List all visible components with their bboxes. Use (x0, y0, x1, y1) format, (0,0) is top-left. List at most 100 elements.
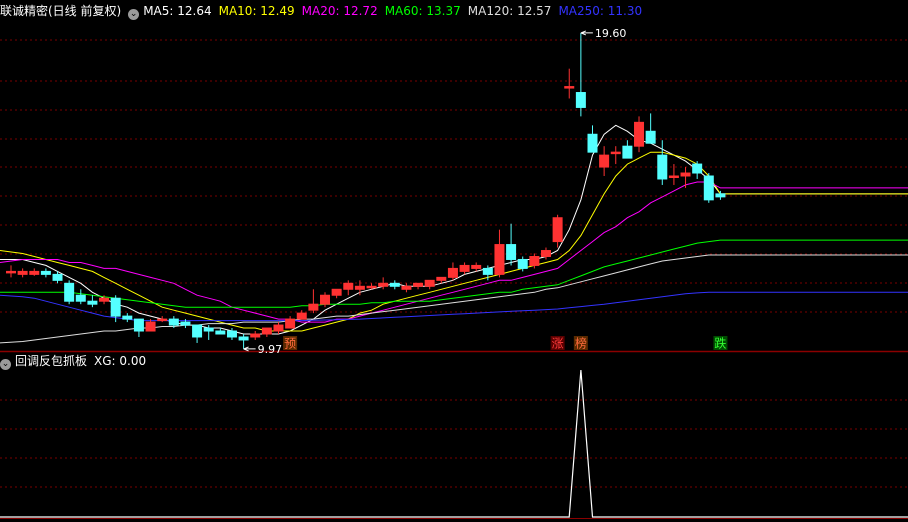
candle (6, 265, 16, 278)
ma-legend-item: MA60: 13.37 (384, 4, 461, 18)
candle (680, 167, 691, 188)
ma-legend-item: MA20: 12.72 (301, 4, 378, 18)
candle-body (668, 175, 679, 178)
low-price-label: 9.97 (258, 343, 283, 356)
candle-body (587, 133, 598, 153)
candle-body (447, 267, 458, 278)
candle-body (64, 282, 75, 302)
candle-body (273, 324, 284, 332)
candle (331, 288, 342, 299)
candle-body (366, 285, 377, 289)
candle-body (99, 297, 110, 302)
candle-body (389, 282, 400, 287)
candle-body (506, 244, 517, 260)
candle (17, 268, 28, 278)
signal-marker-text: 预 (284, 337, 296, 351)
candlesticks (6, 32, 726, 349)
candle (192, 324, 203, 343)
candle-body (401, 285, 412, 290)
candle-body (29, 270, 40, 275)
candle-body (645, 130, 656, 144)
candle-body (87, 300, 98, 305)
candle-body (52, 273, 63, 281)
candle-body (215, 330, 226, 335)
candle-body (192, 324, 203, 338)
candle-body (715, 193, 726, 198)
xg-indicator (0, 369, 908, 518)
candle (622, 140, 633, 159)
candle-body (424, 279, 435, 287)
candle-body (482, 267, 493, 275)
candle-body (413, 282, 424, 287)
candle (471, 262, 482, 272)
candle (564, 68, 575, 99)
moving-average-lines (0, 124, 908, 344)
candle (703, 173, 714, 203)
signal-marker-text: 涨 (552, 336, 564, 351)
candle (575, 32, 586, 117)
candle-body (703, 175, 714, 201)
candle-body (180, 321, 191, 326)
candle (296, 310, 307, 320)
candle (657, 140, 668, 185)
candle-body (552, 217, 563, 243)
candle (506, 223, 517, 266)
candle (64, 280, 75, 305)
signal-marker: 榜 (573, 336, 588, 351)
candle-body (610, 151, 621, 155)
candle (87, 295, 98, 308)
chevron-down-icon[interactable]: ⌄ (128, 9, 140, 20)
candle-body (599, 154, 610, 168)
candle (29, 268, 40, 276)
candle-body (680, 172, 691, 177)
ma-legend-item: MA10: 12.49 (218, 4, 295, 18)
candle (552, 214, 563, 248)
ma-legend-item: MA120: 12.57 (467, 4, 552, 18)
candle-body (261, 327, 272, 335)
candle-body (157, 318, 168, 322)
candle (599, 146, 610, 176)
candle (389, 280, 400, 290)
candle-body (250, 333, 261, 338)
candle (692, 161, 703, 179)
candle (645, 113, 656, 144)
candle (250, 331, 261, 340)
candle (494, 229, 505, 278)
candle (587, 125, 598, 153)
candle-body (378, 282, 389, 287)
candle-body (296, 312, 307, 320)
main-legend: 联诚精密(日线 前复权) ⌄ MA5: 12.64 MA10: 12.49 MA20: … (0, 2, 656, 20)
candle (424, 279, 435, 290)
candle-body (343, 282, 354, 290)
candle-body (657, 154, 668, 180)
candle (261, 327, 272, 337)
candle (459, 262, 470, 275)
candle (715, 190, 726, 200)
candle-body (285, 318, 296, 329)
high-marker-arrow (580, 30, 593, 36)
candle-body (564, 86, 575, 89)
candle-body (145, 321, 156, 332)
candle-body (122, 315, 133, 320)
sub-legend: ⌄ 回调反包抓板 XG: 0.00 (0, 352, 153, 370)
candle-body (354, 285, 365, 290)
candle-body (226, 330, 237, 338)
candle-body (494, 244, 505, 275)
candle-body (575, 92, 586, 108)
candle (40, 268, 51, 278)
line-ma250 (0, 291, 908, 322)
chevron-down-icon[interactable]: ⌄ (0, 359, 11, 370)
candle-body (133, 318, 144, 332)
candle (273, 322, 284, 334)
candle (308, 289, 319, 314)
candle (157, 316, 168, 323)
xg-value: XG: 0.00 (94, 354, 147, 368)
line-ma10 (0, 151, 908, 332)
candle (75, 289, 86, 305)
low-marker-arrow (243, 346, 256, 352)
signal-marker-text: 榜 (575, 336, 587, 351)
candle (401, 283, 412, 293)
candle (122, 313, 133, 323)
signal-marker: 预 (283, 336, 298, 351)
ma-legend-item: MA250: 11.30 (558, 4, 643, 18)
